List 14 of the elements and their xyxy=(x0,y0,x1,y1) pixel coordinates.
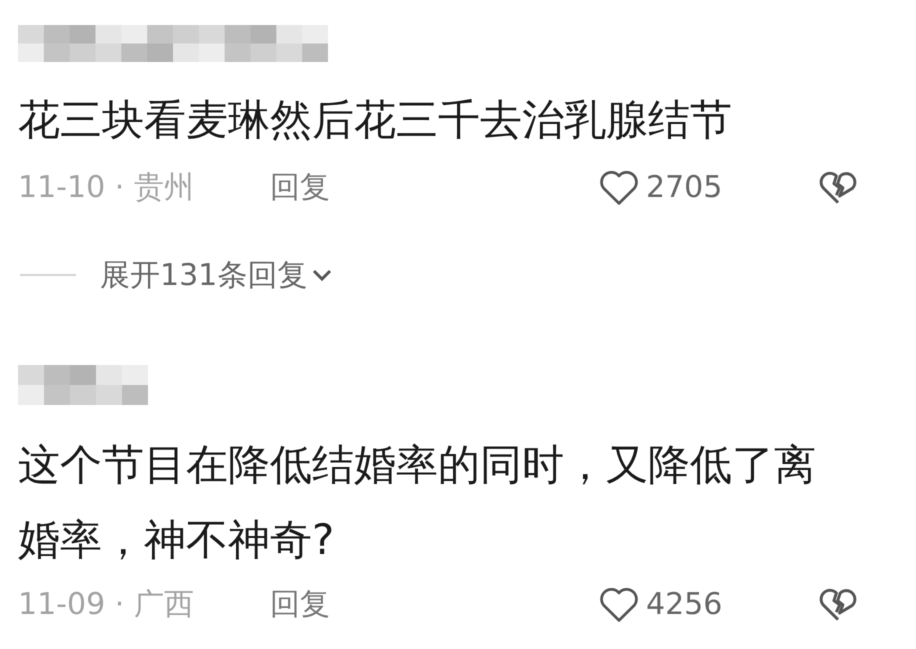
broken-heart-icon[interactable] xyxy=(818,169,858,205)
reply-button[interactable]: 回复 xyxy=(270,164,598,210)
expand-replies-button[interactable]: 展开131条回复 xyxy=(100,252,334,298)
comment-text: 花三块看麦琳然后花三千去治乳腺结节 xyxy=(18,96,733,144)
like-button[interactable]: 4256 xyxy=(598,582,722,626)
broken-heart-icon[interactable] xyxy=(818,586,858,622)
reply-button[interactable]: 回复 xyxy=(270,582,598,626)
heart-icon xyxy=(598,168,640,206)
like-button[interactable]: 2705 xyxy=(598,164,722,210)
comment-text: 这个节目在降低结婚率的同时，又降低了离婚率，神不神奇? xyxy=(18,439,817,566)
comment-date-location: 11-09 · 广西 xyxy=(18,586,195,624)
chevron-down-icon xyxy=(311,268,334,282)
comment-date-location: 11-10 · 贵州 xyxy=(18,168,195,206)
heart-icon xyxy=(598,585,640,623)
